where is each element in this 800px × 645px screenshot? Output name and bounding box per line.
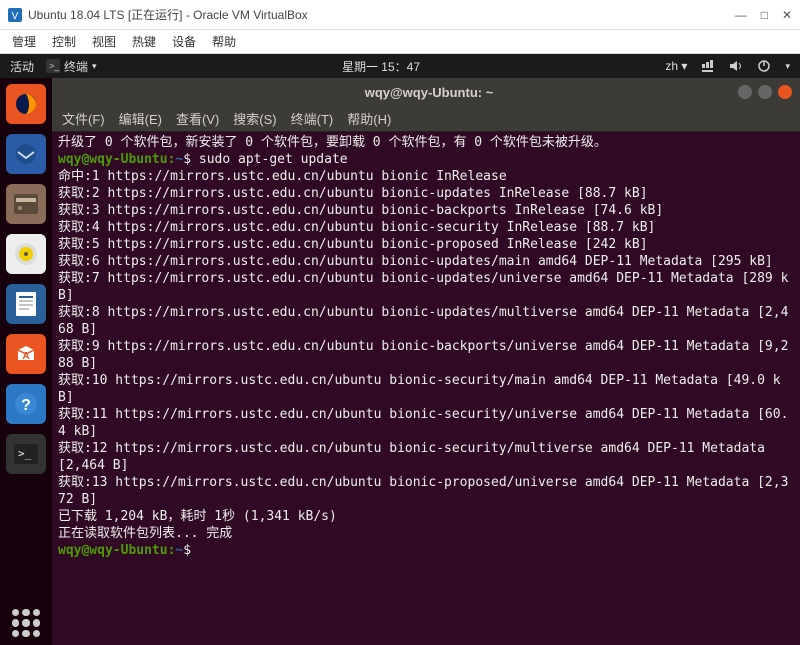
terminal-minimize-button[interactable] <box>738 85 752 99</box>
window-close-button[interactable]: ✕ <box>782 8 792 22</box>
virtualbox-title-text: Ubuntu 18.04 LTS [正在运行] - Oracle VM Virt… <box>28 6 308 23</box>
terminal-line: 获取:3 https://mirrors.ustc.edu.cn/ubuntu … <box>58 202 794 219</box>
ubuntu-launcher: A ? >_ <box>0 78 52 645</box>
launcher-apps-grid-icon[interactable] <box>12 609 40 637</box>
launcher-thunderbird-icon[interactable] <box>6 134 46 174</box>
terminal-line: 获取:10 https://mirrors.ustc.edu.cn/ubuntu… <box>58 372 794 406</box>
terminal-titlebar: wqy@wqy-Ubuntu: ~ <box>52 78 800 106</box>
launcher-help-icon[interactable]: ? <box>6 384 46 424</box>
terminal-line: wqy@wqy-Ubuntu:~$ sudo apt-get update <box>58 151 794 168</box>
vbox-menu-item[interactable]: 视图 <box>92 33 116 50</box>
launcher-firefox-icon[interactable] <box>6 84 46 124</box>
window-maximize-button[interactable]: □ <box>761 8 768 22</box>
virtualbox-titlebar: V Ubuntu 18.04 LTS [正在运行] - Oracle VM Vi… <box>0 0 800 30</box>
power-icon[interactable] <box>757 59 771 73</box>
terminal-line: wqy@wqy-Ubuntu:~$ <box>58 542 794 559</box>
terminal-line: 获取:11 https://mirrors.ustc.edu.cn/ubuntu… <box>58 406 794 440</box>
terminal-line: 正在读取软件包列表... 完成 <box>58 525 794 542</box>
app-menu[interactable]: >_ 终端 ▾ <box>46 58 97 75</box>
terminal-line: 获取:8 https://mirrors.ustc.edu.cn/ubuntu … <box>58 304 794 338</box>
terminal-line: 获取:12 https://mirrors.ustc.edu.cn/ubuntu… <box>58 440 794 474</box>
clock[interactable]: 星期一 15：47 <box>342 58 420 75</box>
terminal-menubar: 文件(F) 编辑(E) 查看(V) 搜索(S) 终端(T) 帮助(H) <box>52 106 800 132</box>
vbox-menu-item[interactable]: 控制 <box>52 33 76 50</box>
vbox-menu-item[interactable]: 设备 <box>172 33 196 50</box>
network-icon[interactable] <box>701 59 715 73</box>
window-minimize-button[interactable]: — <box>735 8 747 22</box>
launcher-terminal-icon[interactable]: >_ <box>6 434 46 474</box>
terminal-menu-item[interactable]: 帮助(H) <box>347 109 391 128</box>
launcher-files-icon[interactable] <box>6 184 46 224</box>
virtualbox-icon: V <box>8 8 22 22</box>
volume-icon[interactable] <box>729 59 743 73</box>
app-menu-label: 终端 <box>64 58 88 75</box>
terminal-menu-item[interactable]: 文件(F) <box>62 109 105 128</box>
terminal-line: 获取:5 https://mirrors.ustc.edu.cn/ubuntu … <box>58 236 794 253</box>
terminal-line: 获取:2 https://mirrors.ustc.edu.cn/ubuntu … <box>58 185 794 202</box>
terminal-line: 获取:7 https://mirrors.ustc.edu.cn/ubuntu … <box>58 270 794 304</box>
terminal-maximize-button[interactable] <box>758 85 772 99</box>
svg-text:?: ? <box>21 397 31 414</box>
terminal-menu-item[interactable]: 查看(V) <box>176 109 219 128</box>
terminal-line: 获取:9 https://mirrors.ustc.edu.cn/ubuntu … <box>58 338 794 372</box>
svg-text:>_: >_ <box>49 61 60 71</box>
svg-text:A: A <box>22 351 29 362</box>
ubuntu-top-panel: 活动 >_ 终端 ▾ 星期一 15：47 zh ▾ ▾ <box>0 54 800 78</box>
vbox-menu-item[interactable]: 热键 <box>132 33 156 50</box>
terminal-menu-item[interactable]: 搜索(S) <box>233 109 276 128</box>
input-method-indicator[interactable]: zh ▾ <box>665 59 687 73</box>
terminal-line: 命中:1 https://mirrors.ustc.edu.cn/ubuntu … <box>58 168 794 185</box>
terminal-menu-item[interactable]: 编辑(E) <box>119 109 162 128</box>
virtualbox-menubar: 管理 控制 视图 热键 设备 帮助 <box>0 30 800 54</box>
terminal-app-icon: >_ <box>46 59 60 73</box>
activities-button[interactable]: 活动 <box>10 58 34 75</box>
chevron-down-icon: ▾ <box>785 61 790 72</box>
terminal-line: 获取:6 https://mirrors.ustc.edu.cn/ubuntu … <box>58 253 794 270</box>
terminal-menu-item[interactable]: 终端(T) <box>291 109 334 128</box>
terminal-line: 升级了 0 个软件包，新安装了 0 个软件包，要卸载 0 个软件包，有 0 个软… <box>58 134 794 151</box>
terminal-close-button[interactable] <box>778 85 792 99</box>
launcher-rhythmbox-icon[interactable] <box>6 234 46 274</box>
terminal-line: 已下载 1,204 kB，耗时 1秒 (1,341 kB/s) <box>58 508 794 525</box>
launcher-writer-icon[interactable] <box>6 284 46 324</box>
svg-text:V: V <box>12 11 19 22</box>
terminal-title: wqy@wqy-Ubuntu: ~ <box>120 85 738 100</box>
virtualbox-title: V Ubuntu 18.04 LTS [正在运行] - Oracle VM Vi… <box>8 6 308 23</box>
terminal-line: 获取:4 https://mirrors.ustc.edu.cn/ubuntu … <box>58 219 794 236</box>
chevron-down-icon: ▾ <box>92 61 97 72</box>
launcher-software-icon[interactable]: A <box>6 334 46 374</box>
vbox-menu-item[interactable]: 管理 <box>12 33 36 50</box>
terminal-content[interactable]: 升级了 0 个软件包，新安装了 0 个软件包，要卸载 0 个软件包，有 0 个软… <box>52 132 800 645</box>
svg-text:>_: >_ <box>18 447 32 460</box>
vbox-menu-item[interactable]: 帮助 <box>212 33 236 50</box>
terminal-line: 获取:13 https://mirrors.ustc.edu.cn/ubuntu… <box>58 474 794 508</box>
